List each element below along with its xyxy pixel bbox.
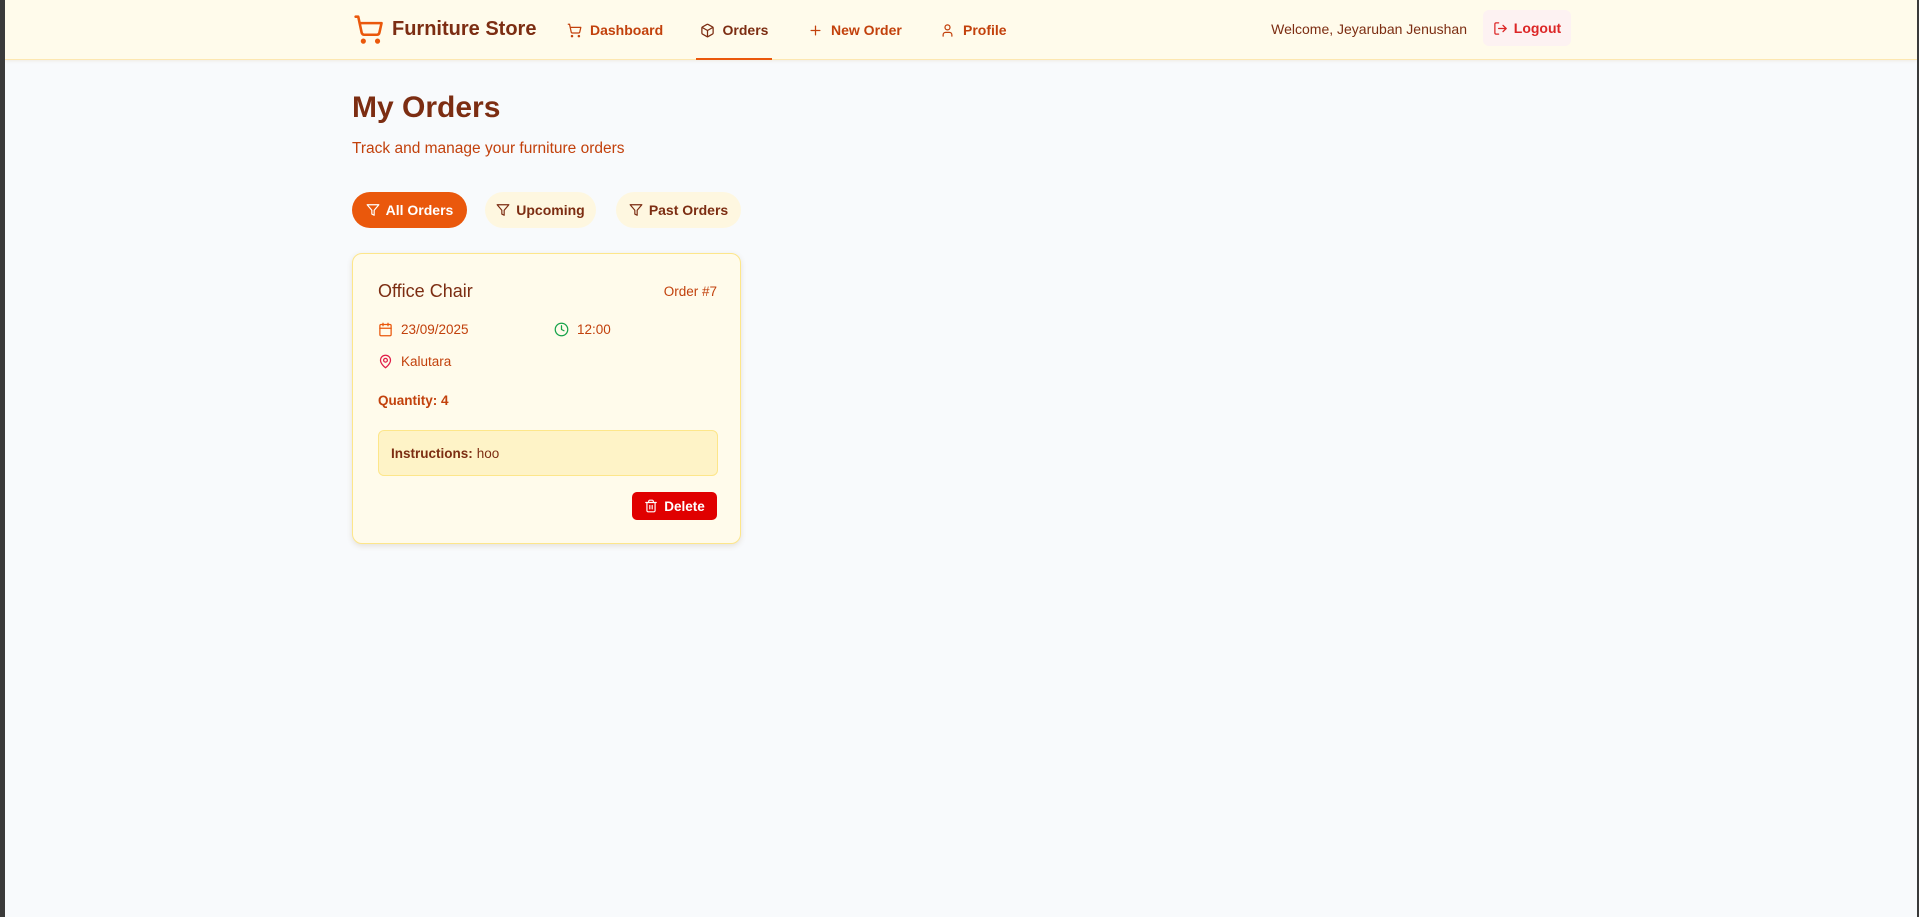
nav-orders[interactable]: Orders — [696, 0, 772, 60]
cart-icon — [567, 23, 582, 37]
order-location: Kalutara — [378, 354, 451, 369]
instructions-label: Instructions: — [391, 445, 473, 461]
order-time-value: 12:00 — [577, 322, 611, 337]
filter-icon — [629, 204, 643, 216]
logout-label: Logout — [1513, 20, 1562, 36]
logout-icon — [1494, 21, 1507, 35]
filter-all-orders[interactable]: All Orders — [352, 192, 467, 228]
user-icon — [942, 23, 953, 37]
clock-icon — [554, 322, 569, 337]
page-subtitle: Track and manage your furniture orders — [352, 140, 625, 157]
nav-dashboard[interactable]: Dashboard — [567, 0, 663, 60]
filter-icon — [496, 204, 510, 216]
window-border-left — [0, 0, 5, 917]
calendar-icon — [379, 322, 392, 337]
map-pin-icon — [379, 354, 392, 369]
package-icon — [700, 23, 714, 37]
delete-label: Delete — [664, 498, 705, 514]
instructions-text: hoo — [476, 445, 500, 461]
logout-button[interactable]: Logout — [1483, 10, 1571, 46]
filter-past-orders[interactable]: Past Orders — [616, 192, 741, 228]
order-instructions: Instructions: hoo — [378, 430, 718, 476]
order-location-value: Kalutara — [401, 354, 452, 369]
order-time: 12:00 — [554, 322, 611, 337]
plus-icon — [810, 25, 821, 35]
filter-upcoming-label: Upcoming — [516, 202, 585, 218]
filter-past-orders-label: Past Orders — [648, 202, 729, 218]
order-card: Office Chair Order #7 23/09/2025 12:00 K… — [352, 253, 741, 544]
order-date: 23/09/2025 — [378, 322, 469, 337]
nav-profile-label: Profile — [963, 22, 1007, 38]
filter-icon — [366, 204, 380, 216]
order-date-value: 23/09/2025 — [401, 322, 469, 337]
delete-order-button[interactable]: Delete — [632, 492, 717, 520]
page-title: My Orders — [352, 91, 501, 124]
filter-upcoming[interactable]: Upcoming — [485, 192, 596, 228]
shopping-cart-logo-icon — [354, 14, 383, 44]
nav-orders-label: Orders — [722, 22, 769, 38]
filter-all-orders-label: All Orders — [385, 202, 454, 218]
order-quantity: Quantity: 4 — [378, 393, 449, 408]
brand-name: Furniture Store — [392, 17, 537, 40]
brand[interactable]: Furniture Store — [353, 12, 536, 46]
nav-new-order[interactable]: New Order — [808, 0, 902, 60]
order-number: Order #7 — [663, 284, 717, 299]
trash-icon — [645, 499, 658, 513]
welcome-text: Welcome, Jeyaruban Jenushan — [1271, 20, 1467, 37]
nav-dashboard-label: Dashboard — [590, 22, 664, 38]
navbar-inner: Furniture Store Dashboard Orders New Ord… — [353, 0, 1571, 60]
nav-profile[interactable]: Profile — [940, 0, 1007, 60]
top-navbar: Furniture Store Dashboard Orders New Ord… — [5, 0, 1917, 60]
nav-new-order-label: New Order — [831, 22, 902, 38]
order-item-name: Office Chair — [378, 281, 473, 301]
